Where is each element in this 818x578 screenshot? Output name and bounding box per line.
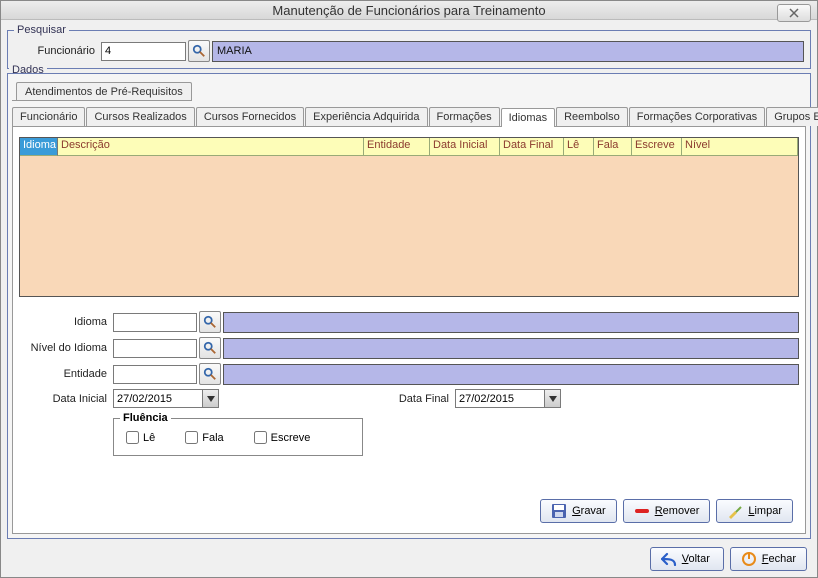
funcionario-input[interactable] (101, 42, 186, 61)
grid-body[interactable] (20, 156, 798, 296)
col-entidade[interactable]: Entidade (364, 138, 430, 156)
tab-content: Idioma Descrição Entidade Data Inicial D… (12, 127, 806, 534)
funcionario-name-display: MARIA (212, 41, 804, 62)
nivel-label: Nível do Idioma (19, 342, 111, 354)
data-final-label: Data Final (383, 393, 453, 405)
magnifier-icon (192, 44, 206, 58)
voltar-label: oltar (688, 553, 709, 565)
remover-label: emover (663, 505, 700, 517)
entidade-lookup-button[interactable] (199, 363, 221, 385)
window-title: Manutenção de Funcionários para Treiname… (272, 3, 545, 18)
footer-button-bar: Voltar Fechar (1, 543, 817, 577)
col-idioma[interactable]: Idioma (20, 138, 58, 156)
le-label: Lê (143, 432, 155, 444)
save-icon (551, 503, 567, 519)
fala-checkbox-wrap[interactable]: Fala (185, 431, 223, 444)
main-tabs: Funcionário Cursos Realizados Cursos For… (8, 101, 810, 126)
remover-button[interactable]: Remover (623, 499, 711, 523)
dados-panel: Atendimentos de Pré-Requisitos Funcionár… (7, 73, 811, 539)
tab-experiencia[interactable]: Experiência Adquirida (305, 107, 427, 126)
funcionario-label: Funcionário (14, 45, 99, 57)
entidade-label: Entidade (19, 368, 111, 380)
col-nivel[interactable]: Nível (682, 138, 798, 156)
tab-formacoes[interactable]: Formações (429, 107, 500, 126)
data-inicial-label: Data Inicial (19, 393, 111, 405)
col-descricao[interactable]: Descrição (58, 138, 364, 156)
close-icon (789, 8, 799, 18)
chevron-down-icon (207, 396, 215, 402)
limpar-label: impar (754, 505, 782, 517)
escreve-label: Escreve (271, 432, 311, 444)
col-data-final[interactable]: Data Final (500, 138, 564, 156)
app-window: Manutenção de Funcionários para Treiname… (0, 0, 818, 578)
fluencia-fieldset: Fluência Lê Fala Escreve (113, 412, 363, 456)
data-inicial-input[interactable] (113, 389, 203, 408)
le-checkbox[interactable] (126, 431, 139, 444)
magnifier-icon (203, 367, 217, 381)
escreve-checkbox[interactable] (254, 431, 267, 444)
tab-grupos[interactable]: Grupos Especiais (766, 107, 818, 126)
tab-formacoes-corp[interactable]: Formações Corporativas (629, 107, 765, 126)
fluencia-legend: Fluência (120, 412, 171, 424)
idioma-input[interactable] (113, 313, 197, 332)
nivel-desc (223, 338, 799, 359)
fechar-label: echar (768, 553, 796, 565)
tab-reembolso[interactable]: Reembolso (556, 107, 628, 126)
limpar-button[interactable]: Limpar (716, 499, 793, 523)
power-icon (741, 551, 757, 567)
le-checkbox-wrap[interactable]: Lê (126, 431, 155, 444)
magnifier-icon (203, 341, 217, 355)
tab-cursos-fornecidos[interactable]: Cursos Fornecidos (196, 107, 304, 126)
funcionario-lookup-button[interactable] (188, 40, 210, 62)
fechar-button[interactable]: Fechar (730, 547, 807, 571)
voltar-button[interactable]: Voltar (650, 547, 724, 571)
col-data-inicial[interactable]: Data Inicial (430, 138, 500, 156)
minus-icon (634, 506, 650, 516)
col-escreve[interactable]: Escreve (632, 138, 682, 156)
col-fala[interactable]: Fala (594, 138, 632, 156)
upper-tabs: Atendimentos de Pré-Requisitos (8, 74, 810, 101)
tab-idiomas[interactable]: Idiomas (501, 108, 556, 127)
tab-cursos-realizados[interactable]: Cursos Realizados (86, 107, 194, 126)
inner-button-bar: Gravar Remover Limpar (19, 483, 799, 527)
idioma-lookup-button[interactable] (199, 311, 221, 333)
titlebar: Manutenção de Funcionários para Treiname… (1, 1, 817, 20)
form-section: Idioma Nível do Idioma Entidade (19, 311, 799, 460)
back-icon (661, 552, 677, 566)
nivel-lookup-button[interactable] (199, 337, 221, 359)
search-fieldset: Pesquisar Funcionário MARIA (7, 24, 811, 69)
tab-prereq[interactable]: Atendimentos de Pré-Requisitos (16, 82, 192, 101)
data-inicial-dropdown[interactable] (203, 389, 219, 408)
nivel-input[interactable] (113, 339, 197, 358)
idioma-desc (223, 312, 799, 333)
escreve-checkbox-wrap[interactable]: Escreve (254, 431, 311, 444)
fala-label: Fala (202, 432, 223, 444)
search-legend: Pesquisar (14, 24, 69, 36)
broom-icon (727, 503, 743, 519)
entidade-desc (223, 364, 799, 385)
idiomas-grid[interactable]: Idioma Descrição Entidade Data Inicial D… (19, 137, 799, 297)
data-final-dropdown[interactable] (545, 389, 561, 408)
magnifier-icon (203, 315, 217, 329)
col-le[interactable]: Lê (564, 138, 594, 156)
tab-funcionario[interactable]: Funcionário (12, 107, 85, 126)
entidade-input[interactable] (113, 365, 197, 384)
gravar-button[interactable]: Gravar (540, 499, 617, 523)
close-button[interactable] (777, 4, 811, 22)
fala-checkbox[interactable] (185, 431, 198, 444)
grid-header-row: Idioma Descrição Entidade Data Inicial D… (20, 138, 798, 156)
chevron-down-icon (549, 396, 557, 402)
data-final-input[interactable] (455, 389, 545, 408)
idioma-label: Idioma (19, 316, 111, 328)
gravar-label: ravar (581, 505, 606, 517)
